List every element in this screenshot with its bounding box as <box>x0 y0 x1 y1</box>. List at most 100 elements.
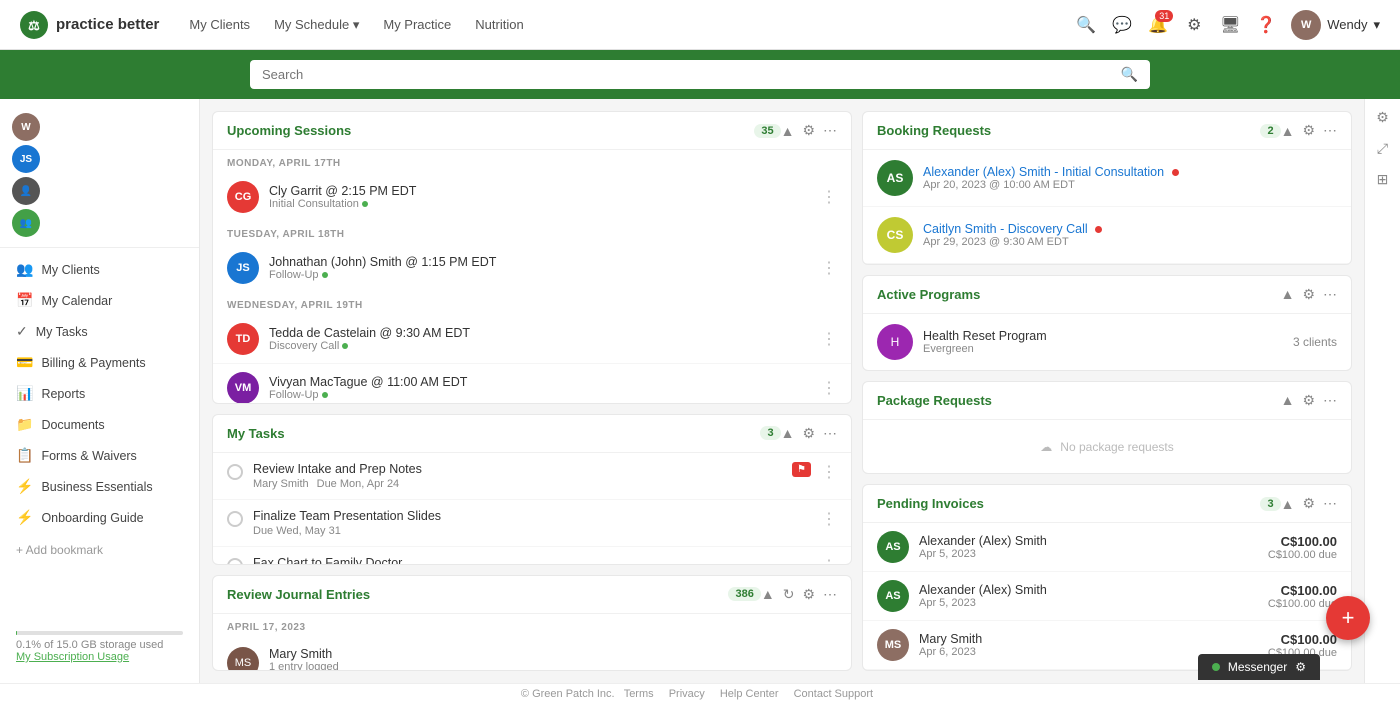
invoice-avatar-as2: AS <box>877 580 909 612</box>
footer-privacy[interactable]: Privacy <box>669 688 705 700</box>
search-input[interactable] <box>262 67 1121 82</box>
sidebar-item-my-calendar[interactable]: 📅 My Calendar <box>0 285 199 316</box>
logo-area[interactable]: ⚖ practice better <box>20 11 159 39</box>
more-icon[interactable]: ⋯ <box>823 122 837 139</box>
sidebar-item-my-tasks[interactable]: ✓ My Tasks <box>0 316 199 347</box>
programs-more-icon[interactable]: ⋯ <box>1323 286 1337 303</box>
programs-collapse-icon[interactable]: ▲ <box>1281 286 1295 302</box>
add-bookmark-label: + Add bookmark <box>16 543 103 557</box>
right-settings-icon[interactable]: ⚙ <box>1376 109 1389 126</box>
sidebar-avatar-group[interactable]: 👥 <box>12 209 40 237</box>
user-name: Wendy <box>1327 17 1367 32</box>
invoice-due-as1: C$100.00 due <box>1268 549 1337 561</box>
sidebar-label-forms: Forms & Waivers <box>41 449 136 463</box>
invoice-info-as1: Alexander (Alex) Smith Apr 5, 2023 <box>919 534 1258 560</box>
journal-settings-icon[interactable]: ⚙ <box>802 586 815 603</box>
user-menu[interactable]: W Wendy ▾ <box>1291 10 1380 40</box>
session-more-td[interactable]: ⋮ <box>821 329 837 349</box>
upcoming-sessions-icons: ▲ ⚙ ⋯ <box>781 122 837 139</box>
sidebar-avatar-user[interactable]: W <box>12 113 40 141</box>
task-due-2: Due Wed, May 31 <box>253 525 341 537</box>
sidebar-item-my-clients[interactable]: 👥 My Clients <box>0 254 199 285</box>
package-more-icon[interactable]: ⋯ <box>1323 392 1337 409</box>
invoices-settings-icon[interactable]: ⚙ <box>1302 495 1315 512</box>
booking-settings-icon[interactable]: ⚙ <box>1302 122 1315 139</box>
sidebar-avatar-other[interactable]: 👤 <box>12 177 40 205</box>
invoices-title: Pending Invoices <box>877 496 1254 511</box>
task-more-2[interactable]: ⋮ <box>821 509 837 529</box>
session-more-vm[interactable]: ⋮ <box>821 378 837 398</box>
search-submit-icon[interactable]: 🔍 <box>1121 66 1138 83</box>
booking-more-icon[interactable]: ⋯ <box>1323 122 1337 139</box>
booking-collapse-icon[interactable]: ▲ <box>1281 123 1295 139</box>
search-input-wrap: 🔍 <box>250 60 1150 89</box>
notifications-icon-btn[interactable]: 🔔 31 <box>1147 14 1169 36</box>
nav-nutrition[interactable]: Nutrition <box>475 17 523 33</box>
programs-settings-icon[interactable]: ⚙ <box>1302 286 1315 303</box>
sidebar-item-reports[interactable]: 📊 Reports <box>0 378 199 409</box>
invoices-collapse-icon[interactable]: ▲ <box>1281 496 1295 512</box>
invoice-due-as2: C$100.00 due <box>1268 598 1337 610</box>
nav-my-schedule[interactable]: My Schedule ▾ <box>274 17 359 33</box>
sidebar-item-billing[interactable]: 💳 Billing & Payments <box>0 347 199 378</box>
program-sub: Evergreen <box>923 343 1283 355</box>
fab-add-button[interactable]: + <box>1326 596 1370 640</box>
booking-icons: ▲ ⚙ ⋯ <box>1281 122 1337 139</box>
sidebar-avatar-js[interactable]: JS <box>12 145 40 173</box>
package-header: Package Requests ▲ ⚙ ⋯ <box>863 382 1351 420</box>
footer-copyright: © Green Patch Inc. <box>521 688 615 700</box>
tasks-collapse-icon[interactable]: ▲ <box>781 425 795 441</box>
messenger-settings-icon[interactable]: ⚙ <box>1295 660 1306 674</box>
sidebar-item-business[interactable]: ⚡ Business Essentials <box>0 471 199 502</box>
task-meta-2: Due Wed, May 31 <box>253 525 811 537</box>
task-flag-1[interactable]: ⚑ <box>792 462 811 477</box>
right-grid-icon[interactable]: ⊞ <box>1377 171 1389 188</box>
tasks-settings-icon[interactable]: ⚙ <box>802 425 815 442</box>
booking-name-as[interactable]: Alexander (Alex) Smith - Initial Consult… <box>923 165 1337 179</box>
program-name: Health Reset Program <box>923 329 1283 343</box>
nav-icons: 🔍 💬 🔔 31 ⚙ 🖥 ❓ W Wendy ▾ <box>1075 10 1380 40</box>
footer-help[interactable]: Help Center <box>720 688 779 700</box>
booking-name-cs[interactable]: Caitlyn Smith - Discovery Call <box>923 222 1337 236</box>
journal-count: 386 <box>728 587 760 601</box>
messenger-bar[interactable]: Messenger ⚙ <box>1198 654 1320 680</box>
settings-icon-btn[interactable]: ⚙ <box>1183 14 1205 36</box>
tasks-more-icon[interactable]: ⋯ <box>823 425 837 442</box>
footer-contact[interactable]: Contact Support <box>794 688 874 700</box>
task-checkbox-3[interactable] <box>227 558 243 565</box>
storage-area: 0.1% of 15.0 GB storage used My Subscrip… <box>0 621 199 673</box>
chat-icon-btn[interactable]: 💬 <box>1111 14 1133 36</box>
storage-bar-bg <box>16 631 183 635</box>
journal-more-icon[interactable]: ⋯ <box>823 586 837 603</box>
collapse-icon[interactable]: ▲ <box>781 123 795 139</box>
sidebar-item-forms[interactable]: 📋 Forms & Waivers <box>0 440 199 471</box>
right-share-icon[interactable]: ⤢ <box>1377 140 1388 157</box>
add-bookmark[interactable]: + Add bookmark <box>0 537 199 563</box>
task-more-1[interactable]: ⋮ <box>821 462 837 482</box>
sidebar-item-documents[interactable]: 📁 Documents <box>0 409 199 440</box>
session-more-cg[interactable]: ⋮ <box>821 187 837 207</box>
help-icon-btn[interactable]: ❓ <box>1255 14 1277 36</box>
settings-widget-icon[interactable]: ⚙ <box>802 122 815 139</box>
task-more-3[interactable]: ⋮ <box>821 556 837 565</box>
journal-refresh-icon[interactable]: ↻ <box>783 586 795 603</box>
programs-title: Active Programs <box>877 287 1281 302</box>
package-settings-icon[interactable]: ⚙ <box>1302 392 1315 409</box>
apps-icon-btn[interactable]: 🖥 <box>1219 14 1241 36</box>
journal-collapse-icon[interactable]: ▲ <box>761 586 775 602</box>
footer-terms[interactable]: Terms <box>624 688 654 700</box>
sidebar-item-onboarding[interactable]: ⚡ Onboarding Guide <box>0 502 199 533</box>
package-collapse-icon[interactable]: ▲ <box>1281 392 1295 408</box>
session-type-js: Follow-Up <box>269 269 811 281</box>
task-fax-chart: Fax Chart to Family Doctor Alexander (Al… <box>213 547 851 565</box>
session-more-js[interactable]: ⋮ <box>821 258 837 278</box>
nav-my-clients[interactable]: My Clients <box>189 17 250 33</box>
invoices-more-icon[interactable]: ⋯ <box>1323 495 1337 512</box>
package-icons: ▲ ⚙ ⋯ <box>1281 392 1337 409</box>
task-checkbox-2[interactable] <box>227 511 243 527</box>
storage-link[interactable]: My Subscription Usage <box>16 651 183 663</box>
task-checkbox-1[interactable] <box>227 464 243 480</box>
booking-dot-as <box>1172 169 1179 176</box>
nav-my-practice[interactable]: My Practice <box>383 17 451 33</box>
search-icon-btn[interactable]: 🔍 <box>1075 14 1097 36</box>
